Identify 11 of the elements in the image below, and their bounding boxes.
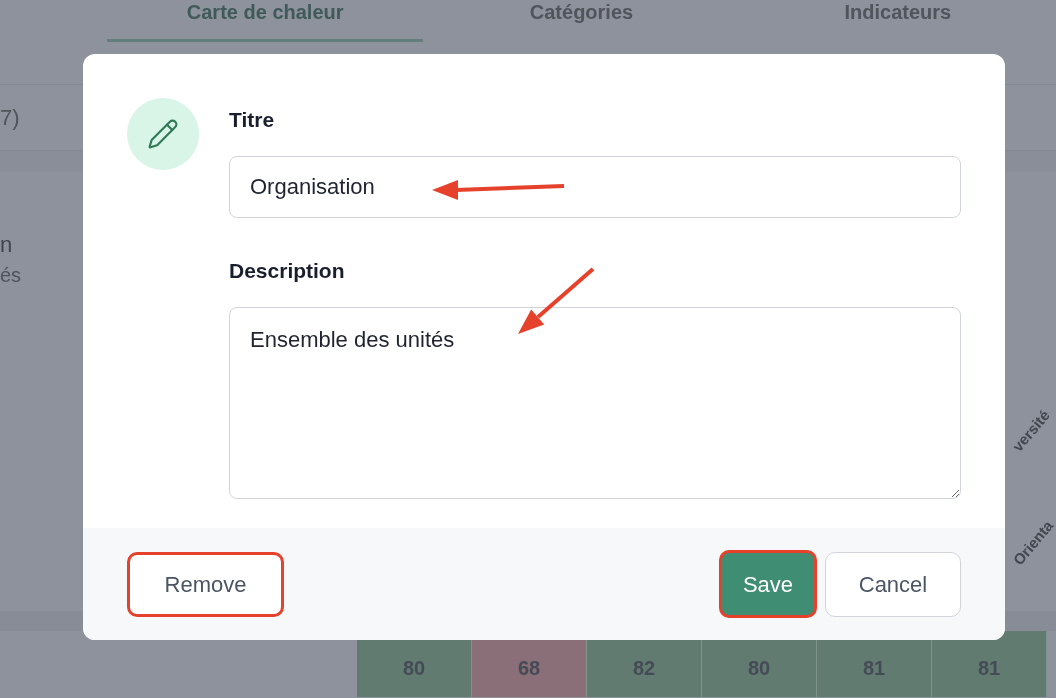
list-row-count: 7) [0,104,20,132]
title-label: Titre [229,107,276,133]
cancel-button[interactable]: Cancel [825,551,961,617]
arrow-icon [430,178,566,202]
title-input[interactable]: Organisation [229,156,961,218]
list-item-subtitle: és [0,263,22,288]
remove-button[interactable]: Remove [127,551,284,617]
description-label: Description [229,258,346,284]
save-button[interactable]: Save [719,550,817,618]
description-textarea[interactable]: Ensemble des unités [229,307,961,499]
list-item-title: n [0,231,14,259]
